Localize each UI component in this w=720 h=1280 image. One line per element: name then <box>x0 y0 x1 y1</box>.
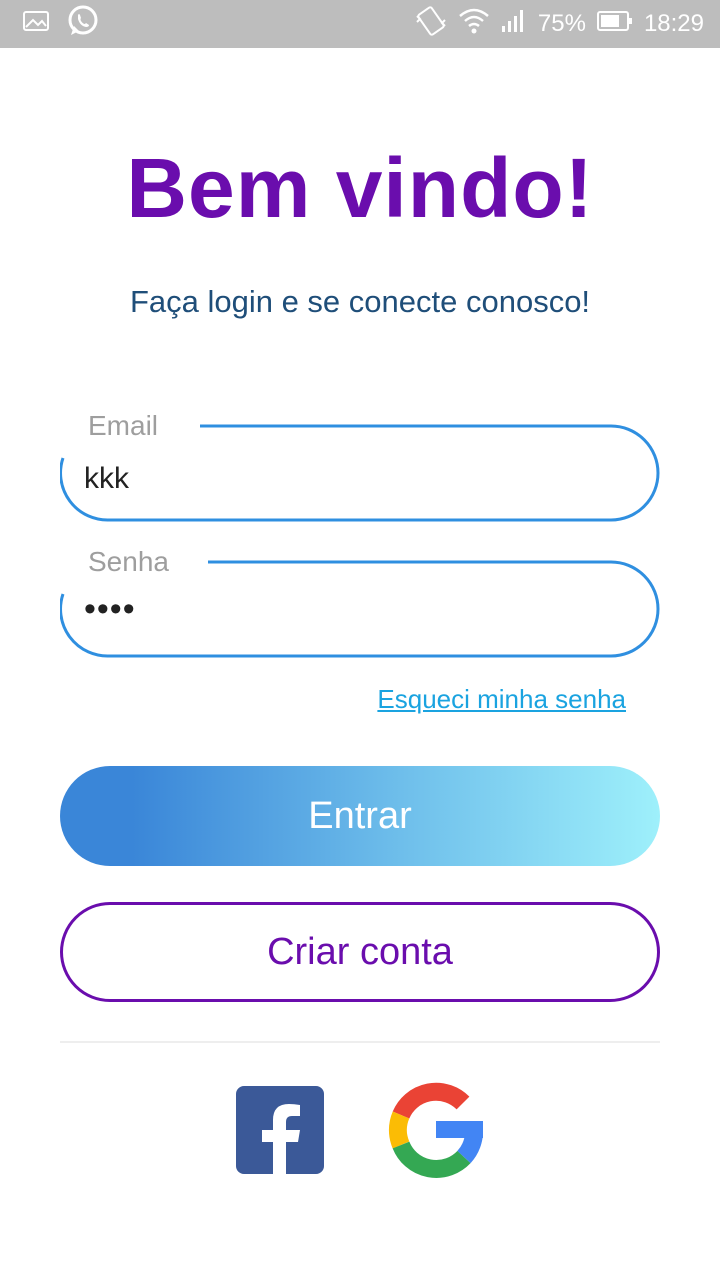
password-field[interactable]: Senha •••• <box>60 546 660 658</box>
clock: 18:29 <box>643 10 704 37</box>
login-button-label: Entrar <box>308 794 412 837</box>
battery-percent: 75% <box>537 10 586 37</box>
password-input[interactable]: •••• <box>84 590 136 629</box>
email-field[interactable]: Email kkk <box>60 410 660 522</box>
page-title: Bem vindo! <box>126 141 594 235</box>
login-button[interactable]: Entrar <box>60 766 660 866</box>
facebook-icon[interactable] <box>236 1086 324 1174</box>
forgot-password-link[interactable]: Esqueci minha senha <box>377 684 626 715</box>
email-input[interactable]: kkk <box>84 462 129 496</box>
password-label: Senha <box>84 546 173 578</box>
battery-icon <box>596 9 634 40</box>
signal-icon <box>500 8 528 41</box>
whatsapp-icon <box>66 4 100 45</box>
create-account-button[interactable]: Criar conta <box>60 902 660 1002</box>
wifi-icon <box>458 6 490 43</box>
email-label: Email <box>84 410 163 442</box>
page-subtitle: Faça login e se conecte conosco! <box>129 284 591 319</box>
vibrate-icon <box>414 5 448 43</box>
status-bar: 75% 18:29 <box>0 0 720 48</box>
create-account-button-label: Criar conta <box>267 930 453 973</box>
divider <box>60 1041 660 1043</box>
google-icon[interactable] <box>386 1080 486 1180</box>
image-icon <box>22 9 50 40</box>
